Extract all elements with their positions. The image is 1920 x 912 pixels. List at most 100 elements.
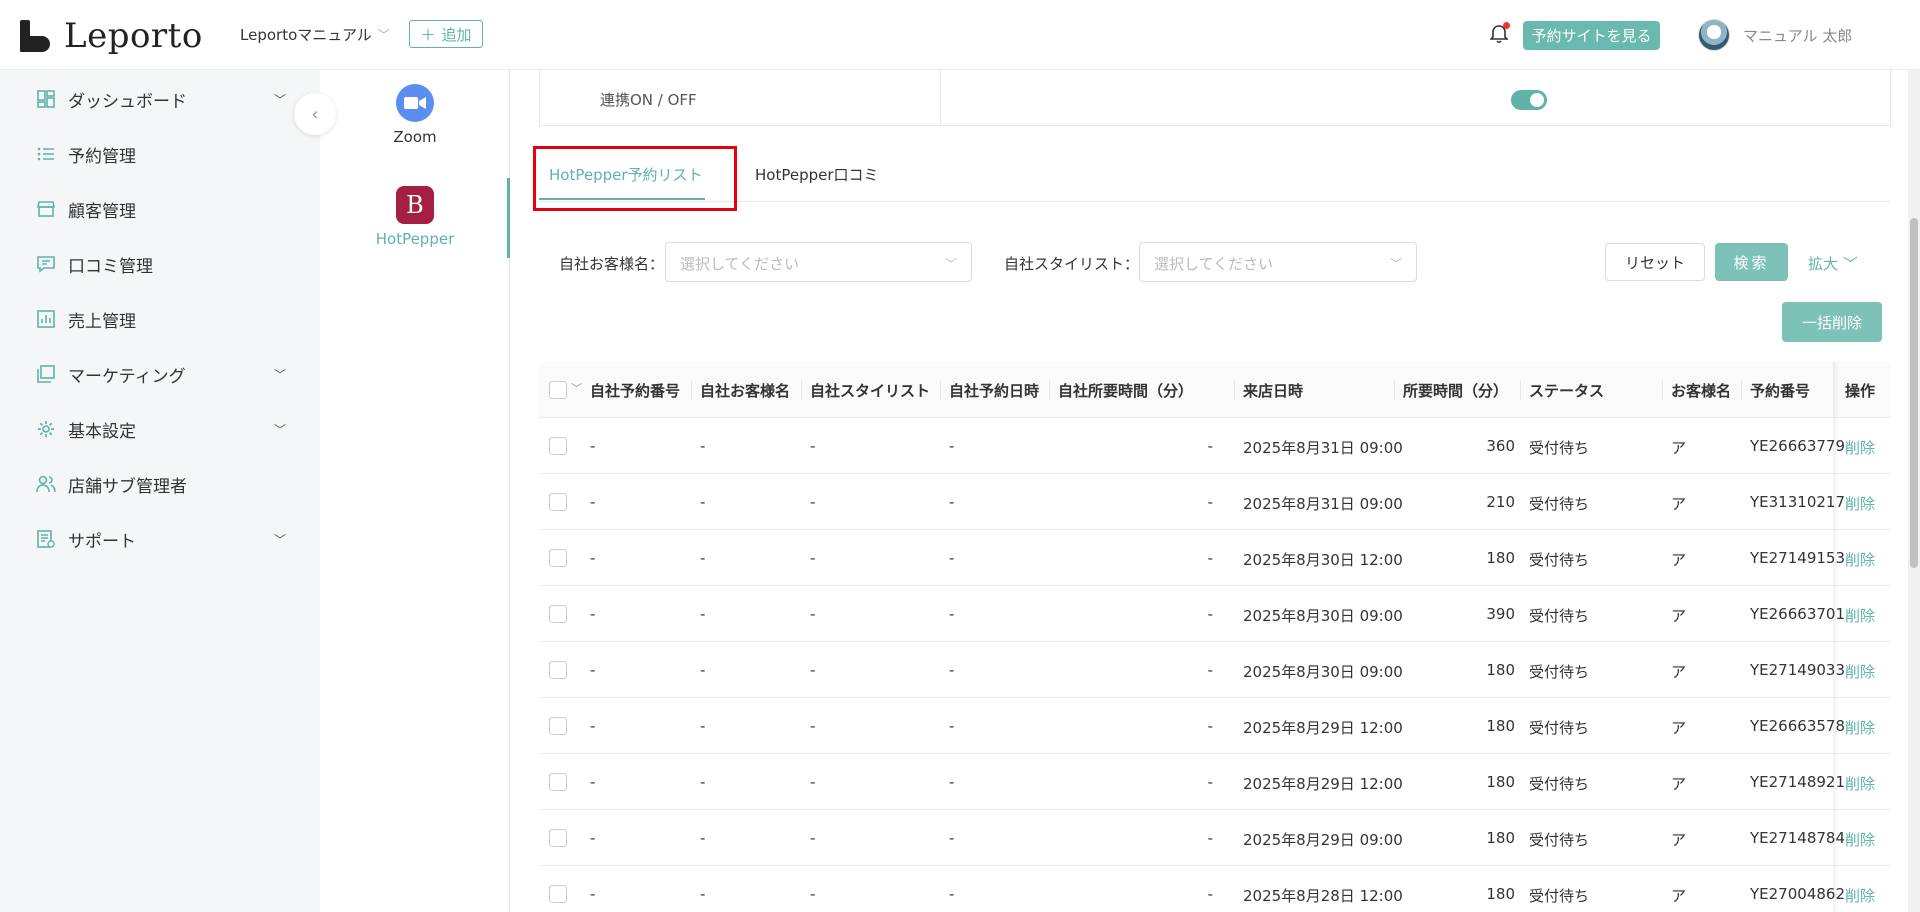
delete-link[interactable]: 削除 (1845, 885, 1875, 906)
highlight-annotation (533, 146, 737, 211)
user-name[interactable]: マニュアル 太郎 (1743, 25, 1852, 46)
cell-status: 受付待ち (1529, 831, 1590, 849)
chevron-down-icon[interactable]: ﹀ (571, 380, 582, 396)
column-header: 操作 (1845, 382, 1876, 400)
cell-reservation-number: YE26663779 (1750, 437, 1845, 455)
select-all-checkbox[interactable] (549, 381, 567, 399)
stylist-filter-label: 自社スタイリスト： (1004, 255, 1140, 273)
cell-reservation-number: YE26663701 (1750, 605, 1845, 623)
sidebar-item[interactable]: 売上管理 (36, 304, 286, 334)
column-header: 来店日時 (1243, 382, 1304, 400)
cell-own-duration: - (1207, 437, 1213, 455)
cell-duration: 180 (1486, 829, 1515, 847)
cell-status: 受付待ち (1529, 775, 1590, 793)
cell-visit-datetime: 2025年8月29日 12:00 (1243, 719, 1403, 737)
stylist-select[interactable]: 選択してください ﹀ (1139, 242, 1417, 282)
view-booking-site-button[interactable]: 予約サイトを見る (1523, 21, 1660, 50)
column-separator (1741, 380, 1742, 400)
logo[interactable]: Leporto (20, 16, 203, 56)
cell-duration: 390 (1486, 605, 1515, 623)
cell-own-datetime: - (949, 437, 955, 455)
chevron-down-icon: ﹀ (1389, 257, 1402, 271)
stylist-select-placeholder: 選択してください (1154, 255, 1274, 273)
tab-hotpepper-reviews[interactable]: HotPepper口コミ (755, 164, 879, 185)
column-separator (1394, 380, 1395, 400)
row-checkbox[interactable] (549, 885, 567, 903)
search-button[interactable]: 検索 (1715, 243, 1788, 281)
integration-toggle[interactable] (1511, 90, 1547, 110)
cell-own-stylist: - (810, 437, 816, 455)
cell-own-customer: - (700, 493, 706, 511)
plus-icon: ＋ (420, 25, 436, 44)
sidebar-item[interactable]: 基本設定 ﹀ (36, 414, 286, 444)
customer-select[interactable]: 選択してください ﹀ (665, 242, 972, 282)
cell-own-reservation-no: - (590, 605, 596, 623)
bulk-delete-button[interactable]: 一括削除 (1782, 302, 1882, 342)
sidebar-item[interactable]: ダッシュボード ﹀ (36, 84, 286, 114)
sidebar-item[interactable]: 予約管理 (36, 139, 286, 169)
sidebar-item[interactable]: 店舗サブ管理者 (36, 469, 286, 499)
row-checkbox[interactable] (549, 605, 567, 623)
scrollbar-thumb[interactable] (1910, 218, 1918, 568)
cell-customer-name: ア (1671, 495, 1687, 513)
cell-own-stylist: - (810, 717, 816, 735)
delete-link[interactable]: 削除 (1845, 661, 1875, 682)
cell-reservation-number: YE27148921 (1750, 773, 1845, 791)
cell-customer-name: ア (1671, 775, 1687, 793)
cell-status: 受付待ち (1529, 495, 1590, 513)
cell-customer-name: ア (1671, 439, 1687, 457)
expand-filters-link[interactable]: 拡大 ﹀ (1808, 253, 1858, 274)
column-separator (801, 380, 802, 400)
customer-select-placeholder: 選択してください (680, 255, 800, 273)
row-checkbox[interactable] (549, 549, 567, 567)
sidebar-collapse-button[interactable]: ‹ (294, 93, 336, 135)
bell-icon[interactable] (1489, 22, 1510, 44)
column-separator (1234, 380, 1235, 400)
cell-visit-datetime: 2025年8月30日 09:00 (1243, 607, 1403, 625)
cell-own-reservation-no: - (590, 885, 596, 903)
cell-own-customer: - (700, 717, 706, 735)
row-checkbox[interactable] (549, 437, 567, 455)
delete-link[interactable]: 削除 (1845, 773, 1875, 794)
table-row: - - - - - 2025年8月30日 09:00 180 受付待ち ア YE27149033 削… (539, 642, 1891, 698)
cell-duration: 180 (1486, 773, 1515, 791)
comment-icon (36, 254, 56, 274)
store-selector[interactable]: Leportoマニュアル ﹀ (240, 24, 390, 45)
sidebar-item[interactable]: サポート ﹀ (36, 524, 286, 554)
row-checkbox[interactable] (549, 773, 567, 791)
avatar[interactable] (1698, 19, 1730, 51)
table-row: - - - - - 2025年8月30日 12:00 180 受付待ち ア YE27149153 削… (539, 530, 1891, 586)
notification-dot (1503, 22, 1510, 29)
cell-own-customer: - (700, 605, 706, 623)
delete-link[interactable]: 削除 (1845, 493, 1875, 514)
chevron-down-icon: ﹀ (1842, 255, 1858, 273)
integration-list: Zoom B HotPepper (320, 70, 510, 912)
cell-own-duration: - (1207, 885, 1213, 903)
scrollbar[interactable] (1908, 0, 1920, 912)
sidebar-item[interactable]: 口コミ管理 (36, 249, 286, 279)
delete-link[interactable]: 削除 (1845, 829, 1875, 850)
row-checkbox[interactable] (549, 829, 567, 847)
row-checkbox[interactable] (549, 493, 567, 511)
integration-item-hotpepper[interactable]: B HotPepper (320, 186, 510, 248)
chevron-down-icon: ﹀ (944, 257, 957, 271)
delete-link[interactable]: 削除 (1845, 717, 1875, 738)
cell-reservation-number: YE27004862 (1750, 885, 1845, 903)
delete-link[interactable]: 削除 (1845, 605, 1875, 626)
table-header: ﹀ 自社予約番号 自社お客様名 自社スタイリスト 自社予約日時 自社所要時間（分） 来店日… (539, 362, 1891, 418)
cell-own-customer: - (700, 549, 706, 567)
sidebar-item[interactable]: マーケティング ﹀ (36, 359, 286, 389)
add-store-button[interactable]: ＋ 追加 (409, 20, 483, 48)
reset-button[interactable]: リセット (1605, 243, 1705, 281)
integration-item-zoom[interactable]: Zoom (320, 84, 510, 146)
table-row: - - - - - 2025年8月30日 09:00 390 受付待ち ア YE26663701 削… (539, 586, 1891, 642)
cell-reservation-number: YE31310217 (1750, 493, 1845, 511)
row-checkbox[interactable] (549, 717, 567, 735)
sidebar-item[interactable]: 顧客管理 (36, 194, 286, 224)
cell-own-duration: - (1207, 549, 1213, 567)
delete-link[interactable]: 削除 (1845, 549, 1875, 570)
delete-link[interactable]: 削除 (1845, 437, 1875, 458)
row-checkbox[interactable] (549, 661, 567, 679)
logo-mark-icon (20, 20, 50, 52)
cell-status: 受付待ち (1529, 551, 1590, 569)
